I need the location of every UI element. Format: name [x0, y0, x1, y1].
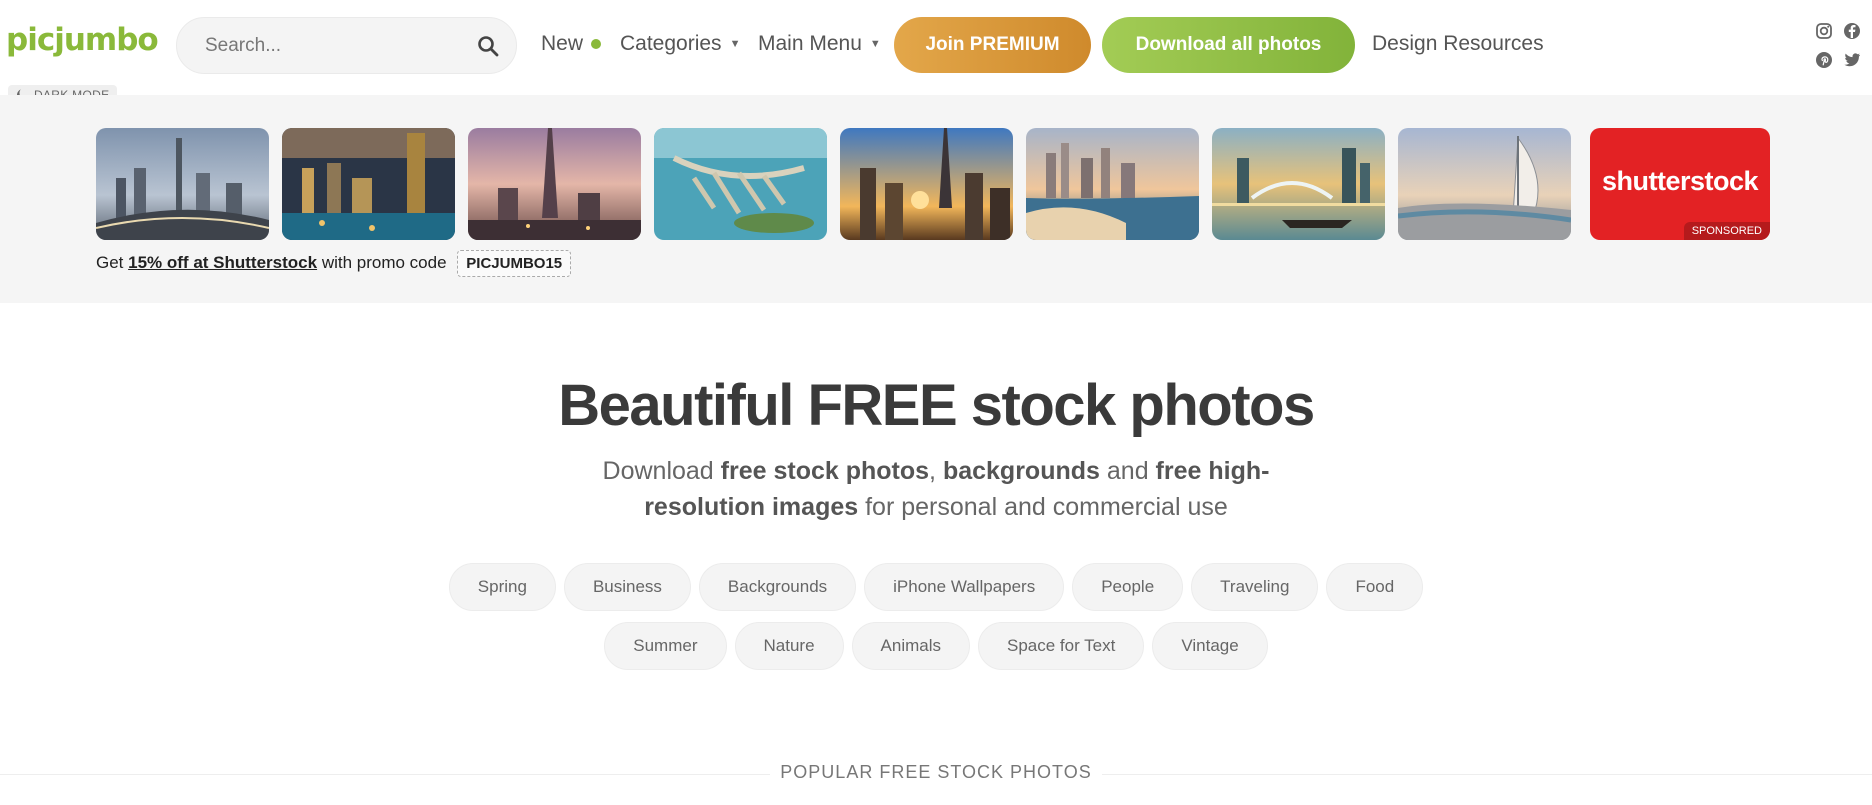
- facebook-icon[interactable]: [1843, 22, 1861, 40]
- promo-middle: with promo code: [321, 253, 447, 272]
- twitter-icon[interactable]: [1843, 51, 1861, 69]
- category-chip[interactable]: Backgrounds: [698, 563, 857, 611]
- category-chip[interactable]: Food: [1326, 563, 1424, 611]
- subtitle-part: and: [1099, 457, 1156, 485]
- download-all-button[interactable]: Download all photos: [1102, 17, 1355, 73]
- nav-categories[interactable]: Categories ▼: [620, 32, 740, 56]
- subtitle-part: for personal and commercial use: [858, 493, 1228, 521]
- photo-thumbnail[interactable]: [840, 128, 1013, 240]
- nav-main-menu[interactable]: Main Menu ▼: [758, 32, 881, 56]
- category-chip[interactable]: Summer: [604, 622, 727, 670]
- photo-thumbnail[interactable]: [282, 128, 455, 240]
- promo-code[interactable]: PICJUMBO15: [457, 250, 572, 277]
- photo-thumbnail[interactable]: [96, 128, 269, 240]
- promo-link[interactable]: 15% off at Shutterstock: [128, 253, 317, 272]
- shutterstock-ad[interactable]: shutterstock SPONSORED: [1590, 128, 1770, 240]
- pinterest-icon[interactable]: [1815, 51, 1833, 69]
- subtitle-bold: backgrounds: [942, 457, 1100, 485]
- category-chip[interactable]: Traveling: [1191, 563, 1319, 611]
- search-icon[interactable]: [476, 34, 500, 58]
- category-chip[interactable]: Nature: [734, 622, 844, 670]
- search-box[interactable]: [176, 17, 517, 74]
- nav-new[interactable]: New: [541, 32, 602, 56]
- logo[interactable]: picjumbo: [6, 22, 159, 58]
- nav-main-menu-label: Main Menu: [758, 32, 862, 55]
- category-chip[interactable]: Business: [563, 563, 691, 611]
- photo-thumbnail[interactable]: [654, 128, 827, 240]
- nav-new-label: New: [541, 32, 584, 55]
- category-chip[interactable]: People: [1072, 563, 1184, 611]
- photo-thumbnail[interactable]: [1026, 128, 1199, 240]
- photo-thumbnail[interactable]: [1212, 128, 1385, 240]
- sponsored-badge: SPONSORED: [1683, 222, 1770, 240]
- promo-line: Get 15% off at Shutterstock with promo c…: [96, 250, 572, 277]
- site-header: picjumbo New Categories ▼ Main Menu ▼ Join…: [0, 0, 1872, 105]
- popular-section-heading: POPULAR FREE STOCK PHOTOS: [0, 762, 1872, 786]
- caret-down-icon: ▼: [729, 38, 741, 51]
- category-chip[interactable]: Animals: [851, 622, 970, 670]
- search-input[interactable]: [205, 30, 465, 62]
- category-chip[interactable]: Spring: [448, 563, 556, 611]
- new-indicator-dot: [591, 39, 602, 50]
- category-chip[interactable]: iPhone Wallpapers: [864, 563, 1065, 611]
- category-chip[interactable]: Space for Text: [978, 622, 1145, 670]
- subtitle-bold: free stock photos: [720, 457, 930, 485]
- nav-categories-label: Categories: [620, 32, 722, 55]
- sponsored-photo-strip: shutterstock SPONSORED Get 15% off at Sh…: [0, 95, 1872, 303]
- category-chip[interactable]: Vintage: [1152, 622, 1268, 670]
- nav-design-resources[interactable]: Design Resources: [1372, 32, 1544, 56]
- caret-down-icon: ▼: [869, 38, 881, 51]
- photo-thumbnail[interactable]: [468, 128, 641, 240]
- join-premium-button[interactable]: Join PREMIUM: [894, 17, 1091, 73]
- shutterstock-logo: shutterstock: [1601, 166, 1759, 196]
- category-chips-row-2: Summer Nature Animals Space for Text Vin…: [0, 622, 1872, 670]
- promo-prefix: Get: [96, 253, 124, 272]
- instagram-icon[interactable]: [1815, 22, 1833, 40]
- popular-heading-label: POPULAR FREE STOCK PHOTOS: [770, 762, 1102, 782]
- subtitle-part: ,: [929, 457, 943, 485]
- photo-thumbnail[interactable]: [1398, 128, 1571, 240]
- category-chips-row-1: Spring Business Backgrounds iPhone Wallp…: [0, 563, 1872, 611]
- page-subtitle: Download free stock photos, backgrounds …: [560, 453, 1312, 525]
- page-title: Beautiful FREE stock photos: [558, 373, 1315, 438]
- subtitle-part: Download: [602, 457, 721, 485]
